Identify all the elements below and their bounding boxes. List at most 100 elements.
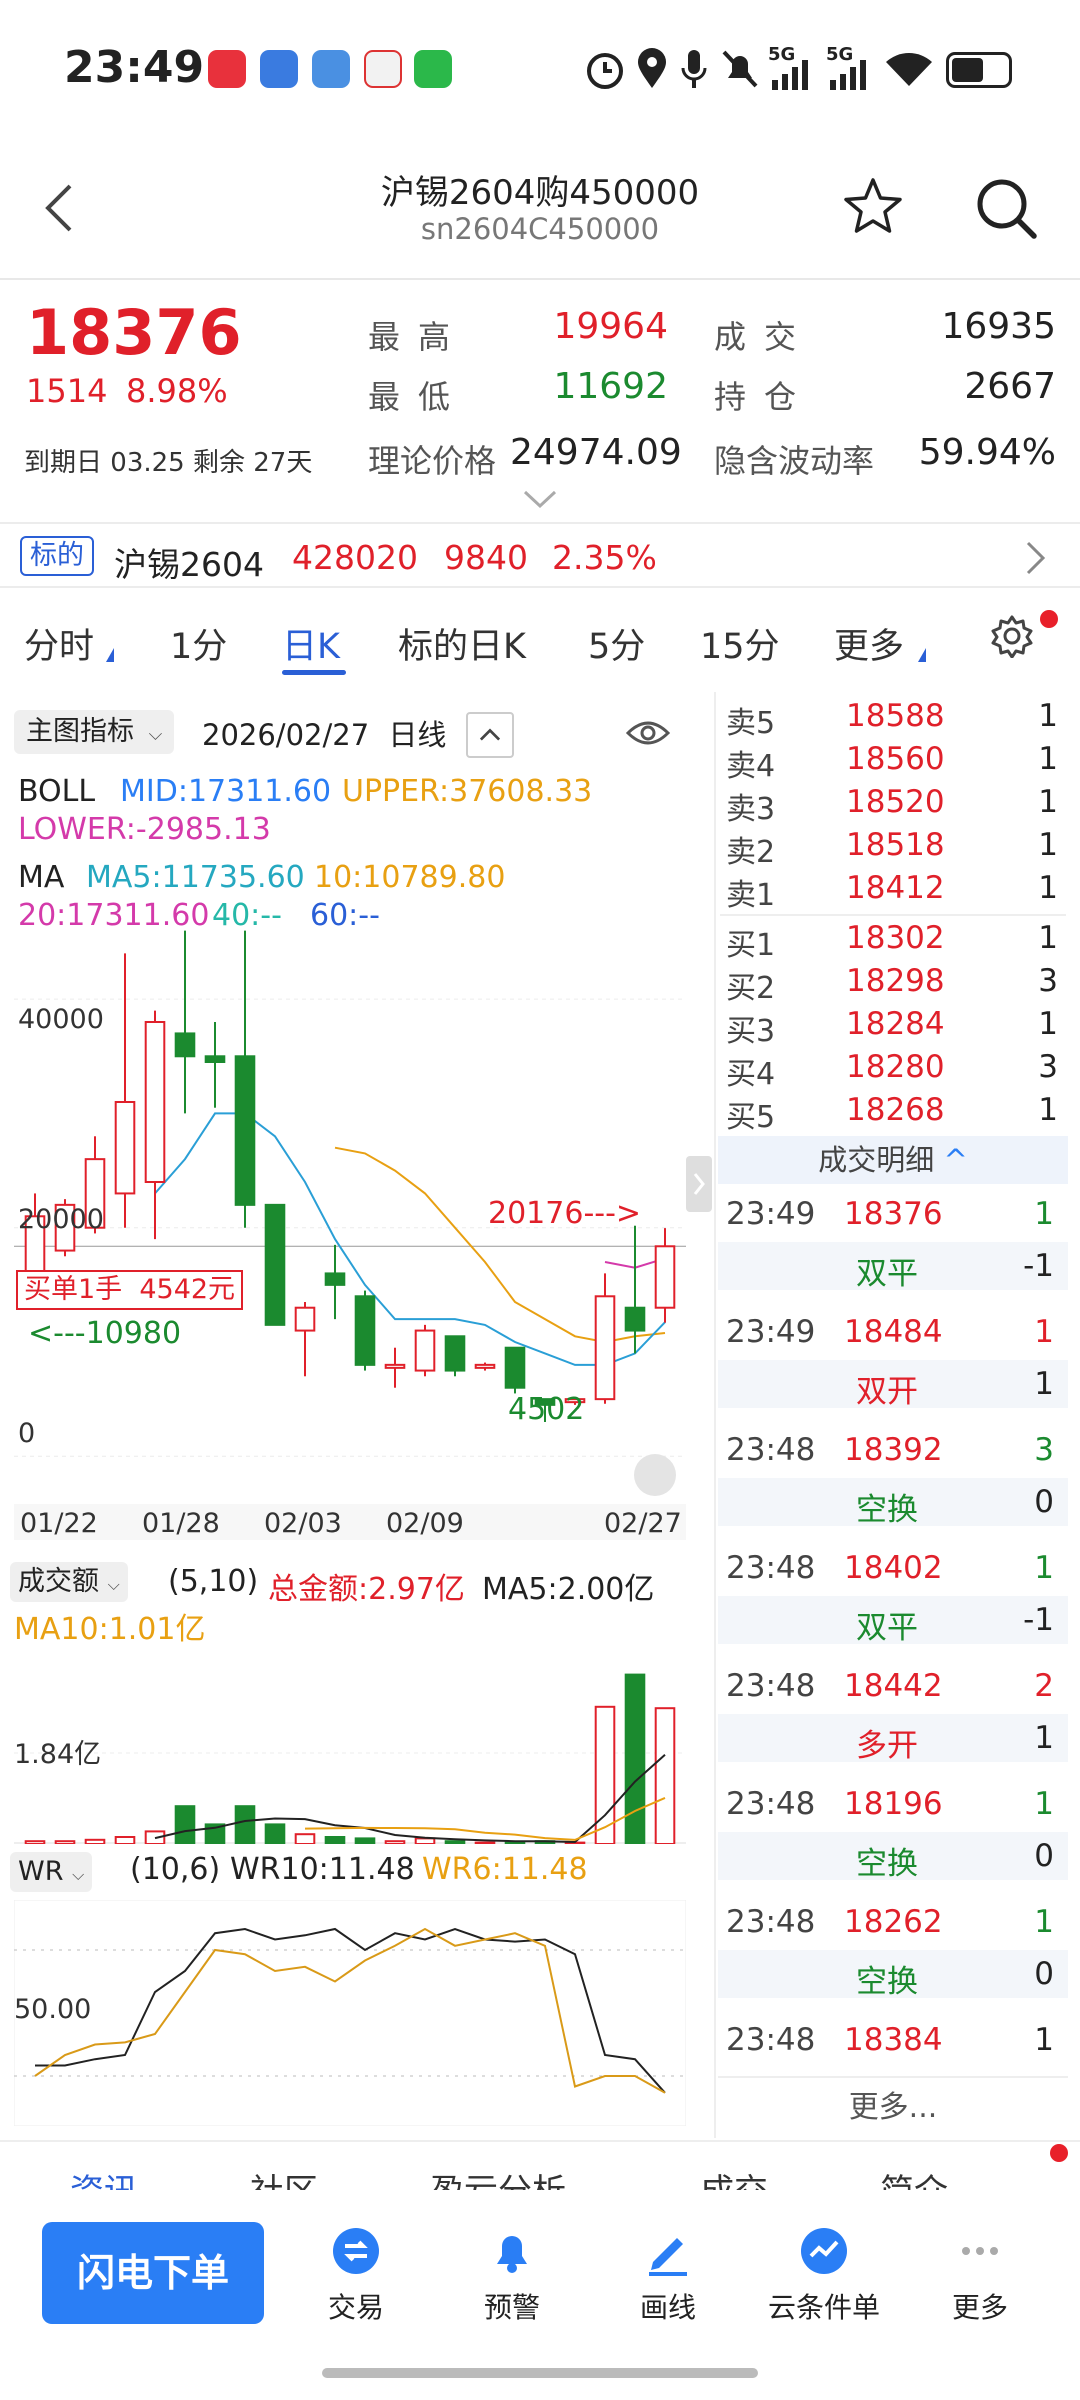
collapse-chevron-up-icon[interactable]	[466, 712, 514, 758]
turnover-bar	[114, 1836, 136, 1844]
volume-ma10: MA10:1.01亿	[14, 1612, 206, 1647]
app-notification-icon	[208, 50, 246, 88]
trade-volume: 3	[1034, 1432, 1054, 1468]
nav-more[interactable]: 更多	[910, 2226, 1050, 2326]
bid-volume: 3	[1038, 963, 1058, 999]
status-bar: 23:49 5G 5G	[0, 0, 1080, 140]
trade-time: 23:48	[726, 1786, 816, 1822]
nav-trade[interactable]: 交易	[286, 2226, 426, 2326]
turnover-bar	[654, 1707, 676, 1844]
settings-gear-icon[interactable]	[990, 614, 1034, 658]
ask-price[interactable]: 18520	[846, 784, 945, 820]
candle-body	[174, 1032, 196, 1058]
boll-name: BOLL	[18, 774, 96, 809]
intraday-dropdown-icon	[106, 648, 114, 662]
search-icon[interactable]	[974, 176, 1040, 242]
bid-price[interactable]: 18298	[846, 963, 945, 999]
stock-app-icon	[312, 50, 350, 88]
tab-intro[interactable]: 简介	[880, 2164, 948, 2190]
tab-intraday[interactable]: 分时	[24, 618, 94, 669]
bid-label: 买5	[726, 1100, 776, 1135]
more-trades-button[interactable]: 更多...	[718, 2076, 1068, 2136]
buy-order-label[interactable]: 买单1手 4542元	[16, 1270, 244, 1310]
turnover-bar	[474, 1841, 496, 1844]
bid-volume: 1	[1038, 1006, 1058, 1042]
trade-type: 双平	[856, 1610, 918, 1646]
trade-type: 空换	[856, 1964, 918, 2000]
main-indicator-select[interactable]: 主图指标 ⌵	[14, 710, 175, 754]
candle-body	[234, 1055, 256, 1206]
trade-type: 空换	[856, 1492, 918, 1528]
tab-community[interactable]: 社区	[250, 2164, 318, 2190]
y-tick-0: 0	[18, 1418, 36, 1449]
bid-price[interactable]: 18284	[846, 1006, 945, 1042]
ask-price[interactable]: 18518	[846, 827, 945, 863]
underlying-row[interactable]: 标的 沪锡2604 428020 9840 2.35%	[0, 522, 1080, 588]
candle-body	[324, 1272, 346, 1286]
candlestick-chart[interactable]	[14, 862, 686, 1502]
candle-body	[624, 1306, 646, 1332]
price-change-pct: 8.98%	[126, 372, 228, 410]
x-tick-4: 02/09	[386, 1508, 464, 1539]
tab-trades[interactable]: 成交	[700, 2164, 768, 2190]
trade-time: 23:48	[726, 1904, 816, 1940]
annotation-high: 20176--->	[488, 1196, 642, 1231]
news-app-icon	[364, 50, 402, 88]
turnover-bar	[54, 1840, 76, 1844]
bid-price[interactable]: 18268	[846, 1092, 945, 1128]
candle-body	[264, 1203, 286, 1326]
favorite-star-icon[interactable]	[842, 176, 904, 238]
tab-daily-k[interactable]: 日K	[282, 618, 340, 669]
fullscreen-icon[interactable]	[634, 1454, 676, 1496]
nav-cloud-order[interactable]: 云条件单	[754, 2226, 894, 2326]
nav-draw[interactable]: 画线	[598, 2226, 738, 2326]
ask-price[interactable]: 18560	[846, 741, 945, 777]
turnover-bar	[354, 1837, 376, 1844]
tab-5min[interactable]: 5分	[588, 618, 645, 669]
trade-type: 双平	[856, 1256, 918, 1292]
ask-price[interactable]: 18588	[846, 698, 945, 734]
tab-1min[interactable]: 1分	[170, 618, 227, 669]
bid-price[interactable]: 18302	[846, 920, 945, 956]
bell-icon	[497, 2236, 527, 2273]
candle-body	[654, 1245, 676, 1309]
chevron-down-icon[interactable]	[522, 488, 558, 510]
bid-volume: 1	[1038, 1092, 1058, 1128]
tab-more[interactable]: 更多	[834, 618, 904, 669]
trade-details-header[interactable]: 成交明细 ^	[718, 1136, 1068, 1184]
volume-indicator-select[interactable]: 成交额 ⌵	[10, 1562, 128, 1602]
y-tick-20000: 20000	[18, 1204, 104, 1235]
trade-price: 18402	[844, 1550, 943, 1586]
chart-date: 2026/02/27 日线	[202, 712, 446, 754]
nav-alert[interactable]: 预警	[442, 2226, 582, 2326]
underlying-price: 428020	[292, 538, 418, 577]
flash-order-button[interactable]: 闪电下单	[42, 2222, 264, 2324]
wr-chart[interactable]	[14, 1900, 686, 2126]
bid-price[interactable]: 18280	[846, 1049, 945, 1085]
open-interest-label: 持仓	[714, 378, 815, 416]
location-icon	[638, 48, 666, 88]
ask-price[interactable]: 18412	[846, 870, 945, 906]
high-label: 最高	[368, 318, 469, 356]
ask-volume: 1	[1038, 784, 1058, 820]
x-tick-2: 01/28	[142, 1508, 220, 1539]
nav-cloud-order-label: 云条件单	[767, 2291, 880, 2324]
side-panel-handle[interactable]	[686, 1156, 712, 1212]
nav-more-label: 更多	[951, 2291, 1008, 2324]
eye-icon[interactable]	[626, 716, 670, 750]
tab-15min[interactable]: 15分	[700, 618, 780, 669]
turnover-chart[interactable]	[14, 1654, 686, 1844]
remain-days: 27天	[253, 448, 313, 478]
x-tick-5: 02/27	[604, 1508, 682, 1539]
annotation-low: 4502	[508, 1392, 585, 1427]
tab-underlying-daily-k[interactable]: 标的日K	[398, 618, 526, 669]
tab-news[interactable]: 资讯	[70, 2164, 138, 2190]
theoretical-price-label: 理论价格	[368, 442, 497, 480]
tab-pnl-analysis[interactable]: 盈亏分析	[430, 2164, 566, 2190]
candle-body	[444, 1335, 466, 1372]
nav-draw-label: 画线	[639, 2291, 696, 2324]
wr-params: (10,6)	[130, 1852, 221, 1887]
wr-frame	[14, 1900, 686, 2126]
trade-oi-change: 1	[1034, 1366, 1054, 1402]
wr-indicator-select[interactable]: WR ⌵	[10, 1852, 93, 1892]
